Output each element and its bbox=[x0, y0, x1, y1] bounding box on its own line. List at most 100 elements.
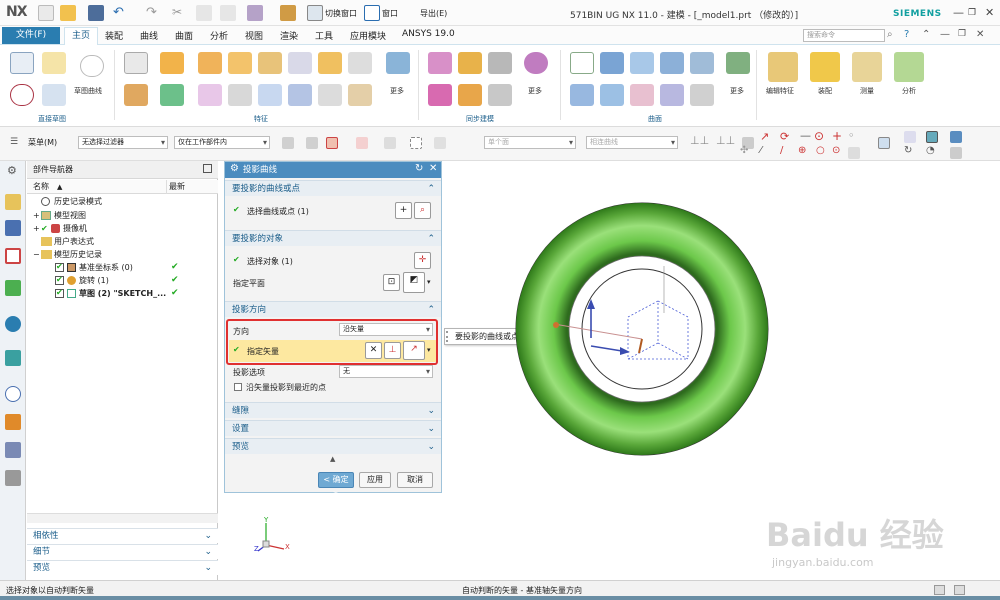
column-latest[interactable]: 最新 bbox=[169, 180, 185, 194]
tab-assembly[interactable]: 装配 bbox=[105, 29, 123, 42]
copy-icon[interactable] bbox=[196, 5, 212, 21]
part-navigator-icon[interactable] bbox=[5, 248, 21, 264]
move-face-icon[interactable] bbox=[428, 52, 452, 74]
select-object-label[interactable]: 选择对象 (1) bbox=[247, 256, 293, 267]
extrude-icon[interactable] bbox=[160, 52, 184, 74]
point-on-face-icon[interactable]: / bbox=[780, 145, 783, 156]
control-point-icon[interactable]: — bbox=[800, 129, 811, 142]
thicken-icon[interactable] bbox=[726, 52, 750, 74]
analysis-icon[interactable] bbox=[894, 52, 924, 82]
render-style-icon[interactable] bbox=[904, 131, 916, 143]
boss-icon[interactable] bbox=[348, 52, 372, 74]
list-item[interactable]: + 模型视图 bbox=[27, 209, 218, 222]
close-icon[interactable]: ✕ bbox=[985, 6, 994, 19]
point-on-curve-icon[interactable]: ⁄ bbox=[760, 145, 762, 156]
datum-axis-icon[interactable] bbox=[160, 84, 184, 106]
expand-icon[interactable]: + bbox=[33, 222, 40, 235]
sort-ascending-icon[interactable]: ▲ bbox=[57, 180, 62, 194]
through-curves-icon[interactable] bbox=[570, 52, 594, 74]
mid-point-icon[interactable]: ⟳ bbox=[780, 130, 789, 143]
nearest-point-checkbox[interactable] bbox=[234, 383, 242, 391]
ok-button[interactable]: < 确定 > bbox=[318, 472, 354, 498]
search-icon[interactable]: ⌕ bbox=[887, 29, 893, 40]
collapse-dialog-icon[interactable]: ▲ bbox=[330, 455, 335, 463]
tab-ansys[interactable]: ANSYS 19.0 bbox=[402, 29, 455, 39]
minimize-icon[interactable]: — bbox=[953, 6, 964, 19]
restore-icon[interactable]: ❐ bbox=[968, 8, 976, 18]
export-menu[interactable]: 导出(E) bbox=[420, 8, 447, 19]
sketch-section-button[interactable]: + bbox=[395, 202, 412, 219]
save-icon[interactable] bbox=[88, 5, 104, 21]
reuse-library-icon[interactable] bbox=[5, 280, 21, 296]
section-curves-points[interactable]: 要投影的曲线或点 ⌃ bbox=[225, 180, 441, 196]
switch-window-icon[interactable] bbox=[307, 5, 323, 21]
edit-feature-icon[interactable] bbox=[768, 52, 798, 82]
deselect-icon[interactable] bbox=[356, 137, 368, 149]
pattern-icon[interactable] bbox=[318, 52, 342, 74]
section-target-object[interactable]: 要投影的对象 ⌃ bbox=[225, 230, 441, 246]
replace-face-icon[interactable] bbox=[524, 52, 548, 74]
analysis-label[interactable]: 分析 bbox=[902, 86, 916, 96]
target-icon[interactable]: ⊙ bbox=[832, 145, 840, 156]
list-item[interactable]: 用户表达式 bbox=[27, 235, 218, 248]
section-gap[interactable]: 缝隙 ⌄ bbox=[225, 402, 441, 418]
more-sync-label[interactable]: 更多 bbox=[528, 86, 542, 96]
select-all-icon[interactable] bbox=[306, 137, 318, 149]
apply-button[interactable]: 应用 bbox=[359, 472, 391, 488]
section-settings[interactable]: 设置 ⌄ bbox=[225, 420, 441, 436]
select-curves-label[interactable]: 选择曲线或点 (1) bbox=[247, 206, 309, 217]
help-icon[interactable]: ? bbox=[904, 29, 909, 40]
list-item[interactable]: + ✔ 摄像机 bbox=[27, 222, 218, 235]
delete-face-icon[interactable] bbox=[428, 84, 452, 106]
assembly-icon[interactable] bbox=[810, 52, 840, 82]
expand-icon[interactable]: + bbox=[33, 209, 40, 222]
window-menu[interactable]: 窗口 bbox=[382, 8, 398, 19]
extension-icon[interactable] bbox=[630, 84, 654, 106]
touch-mode-icon[interactable] bbox=[280, 5, 296, 21]
tab-surface[interactable]: 曲面 bbox=[175, 29, 193, 42]
arc-center-icon[interactable]: ⊙ bbox=[814, 129, 824, 143]
section-projection-direction[interactable]: 投影方向 ⌃ bbox=[225, 301, 441, 317]
tab-tools[interactable]: 工具 bbox=[315, 29, 333, 42]
existing-point-icon[interactable]: ✣ bbox=[740, 145, 748, 156]
chevron-down-icon[interactable]: ▾ bbox=[427, 278, 431, 286]
reset-icon[interactable]: ↻ bbox=[415, 163, 423, 174]
pan-view-icon[interactable]: ◔ bbox=[926, 145, 935, 156]
rotate-view-icon[interactable]: ↻ bbox=[904, 145, 912, 156]
block-icon[interactable] bbox=[228, 52, 252, 74]
tab-view[interactable]: 视图 bbox=[245, 29, 263, 42]
rectangle-select-icon[interactable] bbox=[410, 137, 422, 149]
resize-blend-icon[interactable] bbox=[458, 84, 482, 106]
sketch-curve-label[interactable]: 草图曲线 bbox=[74, 86, 102, 96]
horizontal-scrollbar[interactable] bbox=[27, 513, 218, 523]
split-body-icon[interactable] bbox=[318, 84, 342, 106]
bounded-plane-icon[interactable] bbox=[600, 84, 624, 106]
through-mesh-icon[interactable] bbox=[600, 52, 624, 74]
offset-region-icon[interactable] bbox=[488, 52, 512, 74]
cut-icon[interactable]: ✂ bbox=[172, 5, 182, 19]
section-dependencies[interactable]: 相依性 ⌄ bbox=[27, 528, 218, 543]
curve-rule-select[interactable]: 相连曲线 bbox=[586, 136, 678, 149]
snap-toolbar-icon[interactable] bbox=[282, 137, 294, 149]
edge-blend-icon[interactable] bbox=[198, 84, 222, 106]
web-browser-icon[interactable] bbox=[5, 316, 21, 332]
offset-face-icon[interactable] bbox=[348, 84, 372, 106]
close-icon[interactable]: ✕ bbox=[429, 163, 437, 174]
draft-icon[interactable] bbox=[386, 52, 410, 74]
plane-type-button[interactable]: ◩ bbox=[403, 272, 425, 293]
window-icon[interactable] bbox=[364, 5, 380, 21]
datum-plane-icon[interactable] bbox=[124, 52, 148, 74]
minimize-doc-icon[interactable]: — bbox=[940, 29, 950, 40]
sketch-task-icon[interactable] bbox=[42, 52, 66, 74]
constraint-navigator-icon[interactable] bbox=[5, 220, 21, 236]
tab-file[interactable]: 文件(F) bbox=[2, 27, 60, 44]
sketch-point[interactable] bbox=[553, 322, 559, 328]
quick-pick-icon[interactable] bbox=[384, 137, 396, 149]
finish-sketch-icon[interactable] bbox=[42, 84, 66, 106]
collapse-ribbon-icon[interactable]: ⌃ bbox=[922, 29, 930, 40]
restore-doc-icon[interactable]: ❐ bbox=[958, 29, 966, 39]
selection-scope-select[interactable]: 仅在工作部件内 bbox=[174, 136, 270, 149]
nearest-point-label[interactable]: 沿矢量投影到最近的点 bbox=[246, 382, 326, 393]
shell-icon[interactable] bbox=[258, 84, 282, 106]
cursor-select-icon[interactable] bbox=[326, 137, 338, 149]
